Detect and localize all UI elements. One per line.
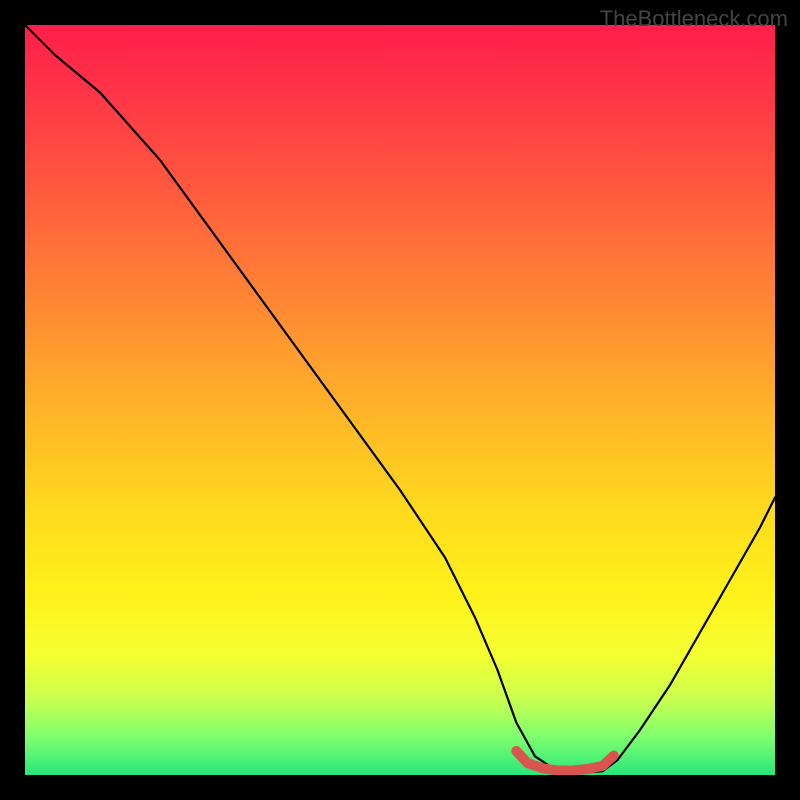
sweet-spot-marker	[516, 751, 614, 771]
chart-svg	[25, 25, 775, 775]
bottleneck-curve	[25, 25, 775, 773]
plot-area	[25, 25, 775, 775]
watermark: TheBottleneck.com	[600, 6, 788, 32]
